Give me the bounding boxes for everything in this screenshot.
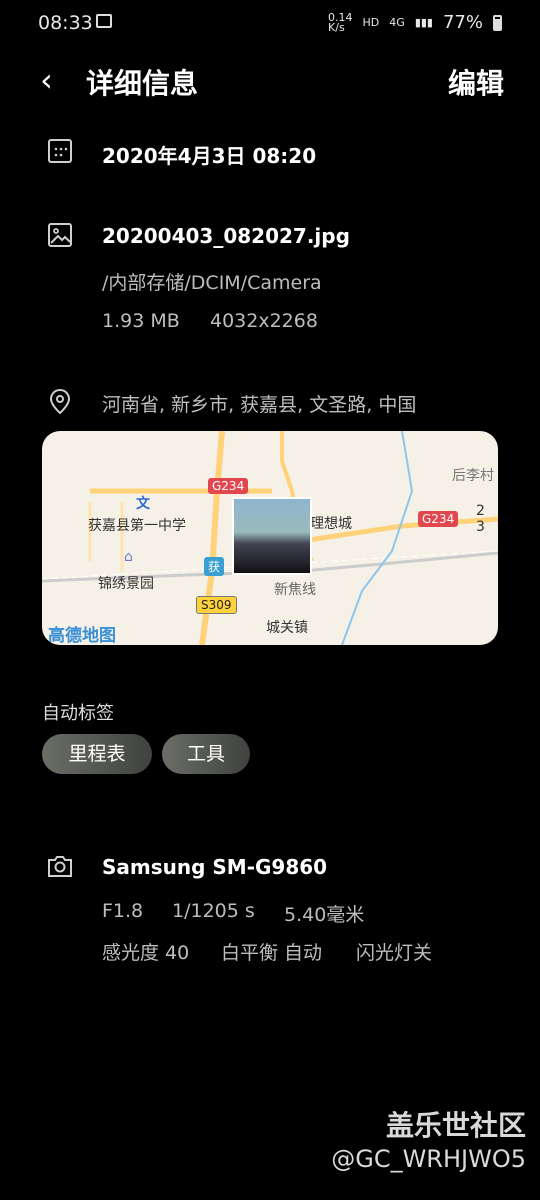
map-label-xinjiao: 新焦线 (274, 582, 316, 598)
signal-label: 4G (389, 16, 405, 29)
tag-chip[interactable]: 工具 (162, 734, 250, 774)
map-label-lixiang: 理想城 (310, 516, 352, 532)
battery-icon (493, 14, 502, 31)
file-size: 1.93 MB (102, 310, 180, 332)
map-label-chengguan: 城关镇 (266, 620, 308, 636)
file-path: /内部存储/DCIM/Camera (102, 272, 322, 294)
camera-aperture: F1.8 (102, 900, 144, 922)
signal-icon: ▮▮▮ (414, 16, 433, 29)
camera-flash: 闪光灯关 (356, 942, 433, 964)
home-marker-icon: ⌂ (124, 549, 133, 565)
gaode-logo: 高德地图 (48, 626, 116, 645)
app-header: ‹ 详细信息 编辑 (0, 52, 540, 108)
watermark-handle: @GC_WRHJWO5 (331, 1145, 526, 1173)
camera-focal: 5.40毫米 (284, 904, 365, 926)
location-address: 河南省, 新乡市, 获嘉县, 文圣路, 中国 (102, 394, 417, 416)
camera-icon (48, 856, 72, 877)
watermark-title: 盖乐世社区 (385, 1109, 526, 1142)
camera-iso: 感光度 40 (102, 942, 190, 964)
auto-tags-title: 自动标签 (42, 703, 114, 724)
map-label-huo: 获 (204, 557, 225, 576)
map-label-g234-top: G234 (208, 478, 249, 494)
map-label-small: 2 3 (476, 503, 485, 535)
hd-badge: HD (362, 16, 380, 29)
map-label-g234-right: G234 (418, 511, 459, 527)
status-time: 08:33 (38, 12, 93, 34)
location-map[interactable]: 后李村 G234 G234 2 3 文 获嘉县第一中学 理想城 ⌂ 锦绣景园 获… (42, 431, 498, 645)
map-label-s309: S309 (196, 596, 237, 614)
map-label-houli: 后李村 (452, 468, 494, 484)
battery-text: 77% (442, 12, 483, 33)
camera-wb: 白平衡 自动 (221, 942, 323, 964)
file-name: 20200403_082027.jpg (102, 224, 350, 248)
location-pin-icon (49, 388, 71, 415)
back-icon[interactable]: ‹ (40, 62, 53, 98)
camera-shutter: 1/1205 s (172, 900, 255, 922)
date-text: 2020年4月3日 08:20 (102, 144, 317, 168)
net-speed: 0.14 K/s (328, 10, 353, 34)
file-resolution: 4032x2268 (210, 310, 318, 332)
image-icon (48, 223, 72, 247)
tag-chip[interactable]: 里程表 (42, 734, 152, 774)
map-label-jinxiu: 锦绣景园 (98, 576, 154, 592)
camera-model: Samsung SM-G9860 (102, 855, 328, 879)
gallery-notification-icon (96, 14, 112, 28)
edit-button[interactable]: 编辑 (448, 62, 504, 102)
status-right: 0.14 K/s HD 4G ▮▮▮ 77% (328, 12, 502, 33)
calendar-icon (48, 139, 72, 163)
map-label-school: 获嘉县第一中学 (88, 518, 186, 534)
photo-thumbnail[interactable] (232, 497, 312, 575)
page-title: 详细信息 (86, 67, 199, 100)
school-marker-icon: 文 (136, 496, 150, 512)
status-bar: 08:33 0.14 K/s HD 4G ▮▮▮ 77% (0, 0, 540, 48)
